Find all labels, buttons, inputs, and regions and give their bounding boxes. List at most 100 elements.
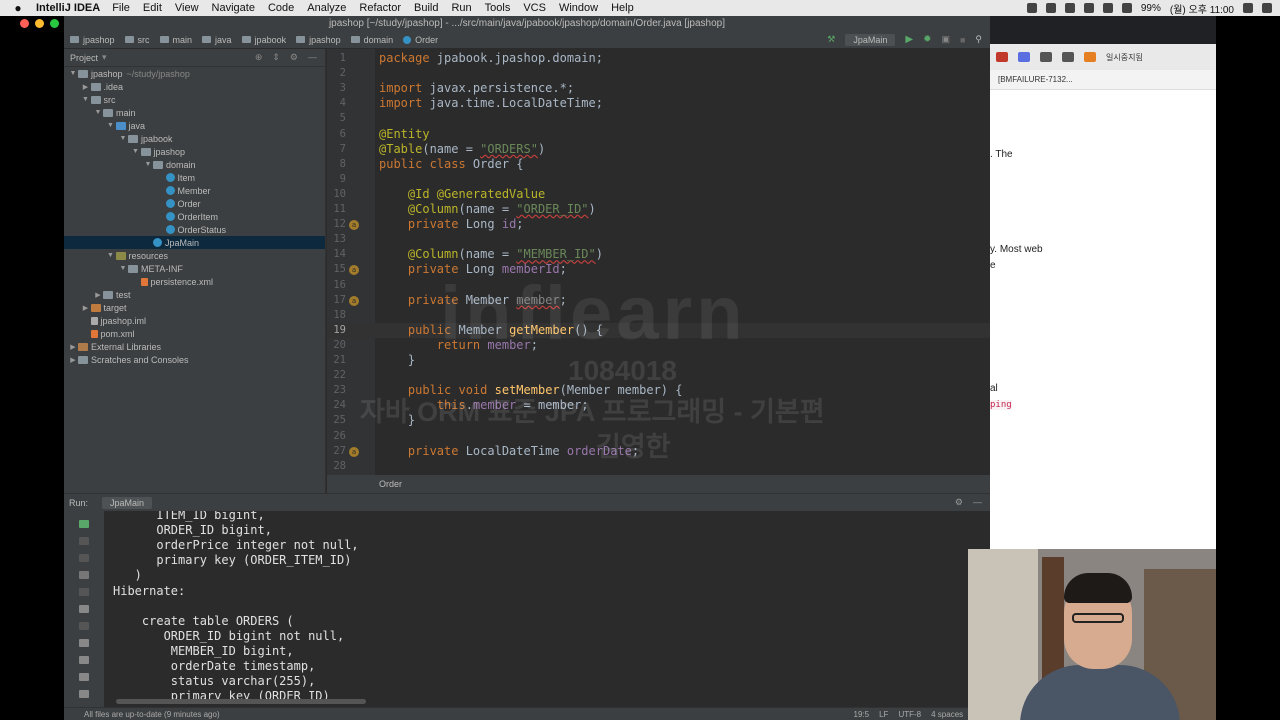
- tree-item[interactable]: ▼ java: [64, 119, 325, 132]
- code-line[interactable]: 26: [327, 429, 990, 444]
- tray-app-icon[interactable]: [1026, 3, 1037, 13]
- code-line[interactable]: 19 public Member getMember() {: [327, 322, 990, 338]
- code-line[interactable]: 10 @Id @GeneratedValue: [327, 187, 990, 202]
- breadcrumb-item[interactable]: domain: [350, 35, 393, 45]
- tree-item[interactable]: ▶ test: [64, 288, 325, 301]
- print-icon[interactable]: [79, 656, 89, 664]
- code-line[interactable]: 6 @Entity: [327, 127, 990, 142]
- extension-icon[interactable]: [1062, 52, 1074, 62]
- menu-vcs[interactable]: VCS: [523, 2, 546, 14]
- hide-icon[interactable]: —: [973, 497, 982, 508]
- chevron-right-icon[interactable]: ▶: [68, 343, 78, 351]
- extension-icon[interactable]: [996, 52, 1008, 62]
- extension-icon[interactable]: [1018, 52, 1030, 62]
- chevron-down-icon[interactable]: ▼: [106, 252, 116, 259]
- menu-refactor[interactable]: Refactor: [359, 2, 401, 14]
- chevron-right-icon[interactable]: ▶: [68, 356, 78, 364]
- menu-navigate[interactable]: Navigate: [212, 2, 255, 14]
- code-editor[interactable]: 1 package jpabook.jpashop.domain; 2 3 import…: [327, 49, 990, 493]
- code-line[interactable]: 9: [327, 172, 990, 187]
- line-separator[interactable]: LF: [879, 710, 888, 719]
- tree-item[interactable]: persistence.xml: [64, 275, 325, 288]
- wifi-icon[interactable]: [1102, 3, 1113, 13]
- breadcrumb-item[interactable]: jpabook: [241, 35, 286, 45]
- tree-item[interactable]: Member: [64, 184, 325, 197]
- cursor-position[interactable]: 19:5: [854, 710, 870, 719]
- jpa-attribute-icon[interactable]: a: [349, 295, 359, 306]
- run-config-select[interactable]: JpaMain: [845, 33, 896, 46]
- breadcrumb-item[interactable]: main: [159, 35, 192, 45]
- chevron-right-icon[interactable]: ▶: [81, 304, 91, 312]
- jpa-attribute-icon[interactable]: a: [349, 220, 359, 231]
- chevron-down-icon[interactable]: ▼: [93, 109, 103, 116]
- menu-view[interactable]: View: [175, 2, 199, 14]
- code-line[interactable]: 5: [327, 111, 990, 126]
- debug-icon[interactable]: ✹: [923, 34, 931, 45]
- code-line[interactable]: 4 import java.time.LocalDateTime;: [327, 96, 990, 111]
- zoom-window-icon[interactable]: [50, 19, 59, 28]
- up-icon[interactable]: [79, 537, 89, 545]
- jpa-attribute-icon[interactable]: a: [349, 265, 359, 276]
- code-line[interactable]: 12 a private Long id;: [327, 217, 990, 232]
- profile-status[interactable]: 일시중지됨: [1106, 52, 1143, 63]
- volume-icon[interactable]: [1121, 3, 1132, 13]
- indent-setting[interactable]: 4 spaces: [931, 710, 963, 719]
- code-line[interactable]: 3 import javax.persistence.*;: [327, 81, 990, 96]
- tree-item[interactable]: ▶ Scratches and Consoles: [64, 353, 325, 366]
- tree-item[interactable]: OrderItem: [64, 210, 325, 223]
- chevron-down-icon[interactable]: ▼: [118, 135, 128, 142]
- tree-item[interactable]: OrderStatus: [64, 223, 325, 236]
- chevron-down-icon[interactable]: ▼: [143, 161, 153, 168]
- code-line[interactable]: 18: [327, 308, 990, 323]
- menu-help[interactable]: Help: [611, 2, 634, 14]
- menu-build[interactable]: Build: [414, 2, 438, 14]
- chevron-right-icon[interactable]: ▶: [93, 291, 103, 299]
- tree-item[interactable]: ▼ domain: [64, 158, 325, 171]
- code-line[interactable]: 8 public class Order {: [327, 157, 990, 172]
- code-line[interactable]: 15 a private Long memberId;: [327, 262, 990, 277]
- tree-item[interactable]: pom.xml: [64, 327, 325, 340]
- code-line[interactable]: 16: [327, 278, 990, 293]
- gear-icon[interactable]: ⚙: [290, 52, 298, 63]
- code-line[interactable]: 21 }: [327, 353, 990, 368]
- tree-item[interactable]: ▼ jpabook: [64, 132, 325, 145]
- trash-icon[interactable]: [79, 673, 89, 681]
- editor-breadcrumb[interactable]: Order: [327, 475, 990, 493]
- code-line[interactable]: 14 @Column(name = "MEMBER_ID"): [327, 247, 990, 262]
- tree-item[interactable]: jpashop.iml: [64, 314, 325, 327]
- pause-icon[interactable]: [79, 588, 89, 596]
- tree-item[interactable]: ▼ jpashop ~/study/jpashop: [64, 67, 325, 80]
- apple-icon[interactable]: ●: [0, 1, 36, 15]
- notification-center-icon[interactable]: [1262, 3, 1272, 13]
- tree-item[interactable]: ▶ .idea: [64, 80, 325, 93]
- breadcrumb-item[interactable]: src: [124, 35, 150, 45]
- coverage-icon[interactable]: ▣: [941, 34, 950, 45]
- gear-icon[interactable]: ⚙: [955, 497, 963, 508]
- close-window-icon[interactable]: [20, 19, 29, 28]
- stop-icon[interactable]: [79, 554, 89, 562]
- app-menu[interactable]: IntelliJ IDEA: [36, 2, 100, 14]
- minimize-window-icon[interactable]: [35, 19, 44, 28]
- hide-icon[interactable]: —: [308, 52, 317, 63]
- breadcrumb-item[interactable]: jpashop: [70, 35, 115, 45]
- soft-wrap-icon[interactable]: [79, 605, 89, 613]
- menu-run[interactable]: Run: [451, 2, 471, 14]
- project-view-select[interactable]: Project: [70, 53, 98, 63]
- code-line[interactable]: 17 a private Member member;: [327, 293, 990, 308]
- chevron-right-icon[interactable]: ▶: [81, 83, 91, 91]
- spotlight-icon[interactable]: [1243, 3, 1253, 13]
- scroll-end-icon[interactable]: [79, 639, 89, 647]
- tray-bluetooth-icon[interactable]: [1083, 3, 1094, 13]
- chevron-down-icon[interactable]: ▼: [131, 148, 141, 155]
- menu-file[interactable]: File: [112, 2, 130, 14]
- code-line[interactable]: 23 public void setMember(Member member) …: [327, 383, 990, 398]
- down-icon[interactable]: [79, 571, 89, 579]
- run-icon[interactable]: ▶: [905, 34, 913, 45]
- clock[interactable]: (월) 오후 11:00: [1170, 1, 1234, 16]
- jpa-attribute-icon[interactable]: a: [349, 446, 359, 457]
- code-line[interactable]: 28: [327, 459, 990, 474]
- layout-icon[interactable]: [79, 690, 89, 698]
- camera-icon[interactable]: [79, 622, 89, 630]
- tree-item[interactable]: ▼ jpashop: [64, 145, 325, 158]
- tree-item[interactable]: ▼ META-INF: [64, 262, 325, 275]
